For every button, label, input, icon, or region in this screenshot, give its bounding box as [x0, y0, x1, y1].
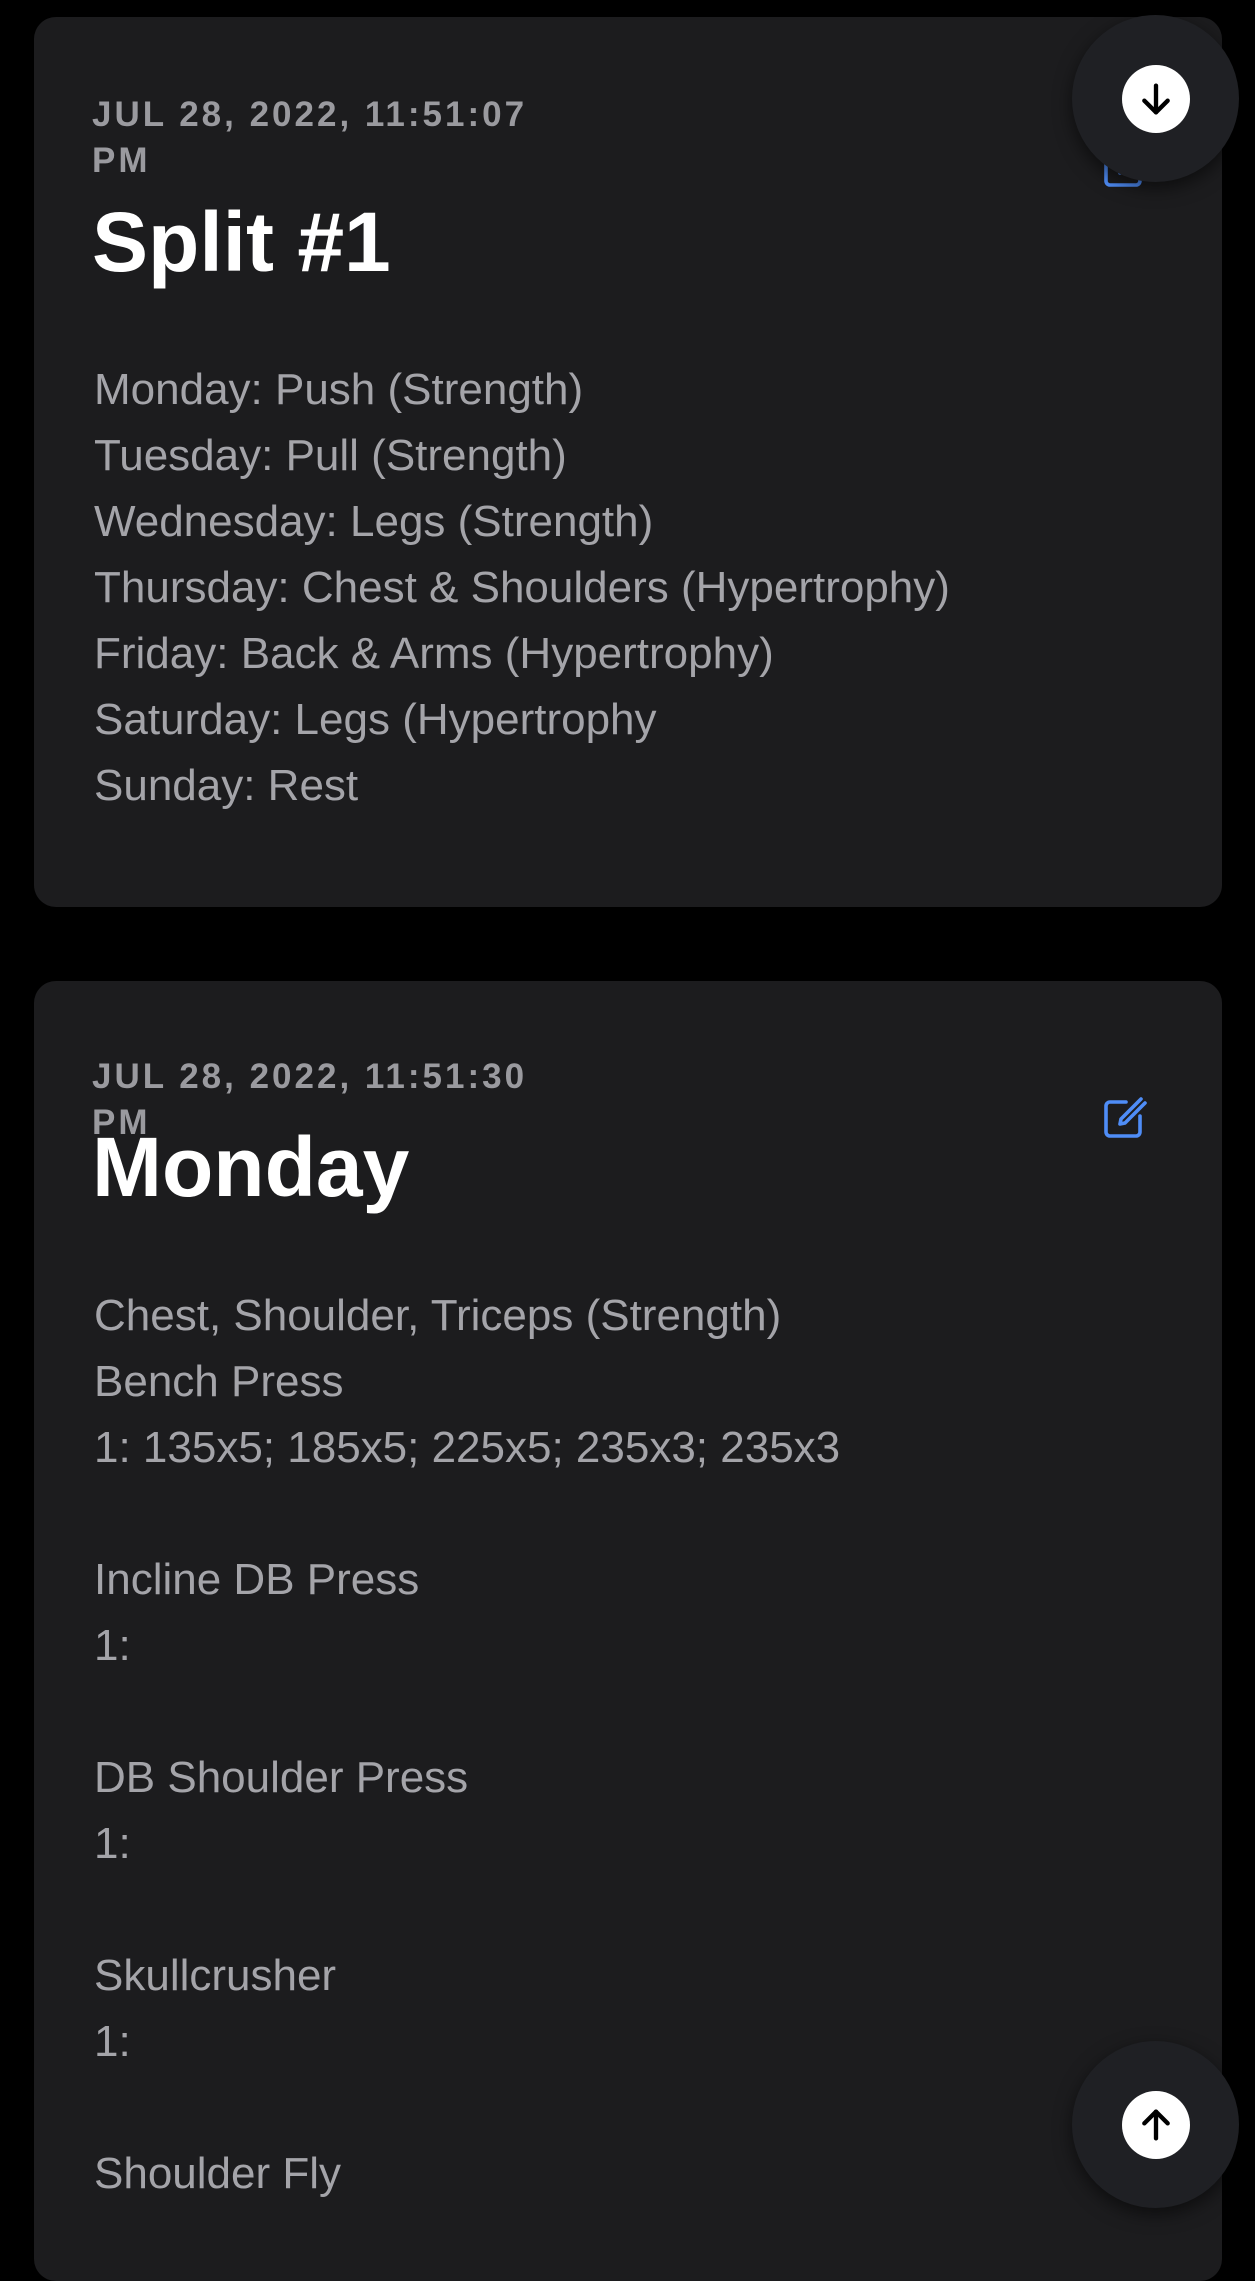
entry-line: 1: — [94, 2017, 131, 2066]
entry-line: 1: — [94, 1621, 131, 1670]
entry-line — [94, 1877, 1182, 1943]
entry-line: 1: 135x5; 185x5; 225x5; 235x3; 235x3 — [94, 1423, 841, 1472]
entry-timestamp: JUL 28, 2022, 11:51:07 PM — [92, 95, 528, 180]
entry-line: Chest, Shoulder, Triceps (Strength) — [94, 1291, 782, 1340]
entry-body: Monday: Push (Strength) Tuesday: Pull (S… — [94, 357, 1182, 819]
entry-line: Wednesday: Legs (Strength) — [94, 497, 654, 546]
entry-body: Chest, Shoulder, Triceps (Strength) Benc… — [94, 1283, 1182, 2207]
entry-line — [94, 1481, 1182, 1547]
entry-line — [94, 1679, 1182, 1745]
entry-line: Bench Press — [94, 1357, 344, 1406]
entry-line: DB Shoulder Press — [94, 1753, 469, 1802]
entry-line: Shoulder Fly — [94, 2149, 342, 2198]
entry-line: Sunday: Rest — [94, 761, 359, 810]
arrow-down-icon — [1141, 83, 1170, 115]
edit-icon — [1104, 1097, 1147, 1138]
entry-card: JUL 28, 2022, 11:51:07 PM Split #1 Monda… — [34, 17, 1222, 907]
entry-line: Incline DB Press — [94, 1555, 420, 1604]
entry-line: Thursday: Chest & Shoulders (Hypertrophy… — [94, 563, 950, 612]
edit-button[interactable] — [1094, 1088, 1154, 1148]
scroll-down-button[interactable] — [1072, 15, 1239, 182]
entry-line — [94, 2075, 1182, 2141]
entry-line: Monday: Push (Strength) — [94, 365, 584, 414]
scroll-up-button[interactable] — [1072, 2041, 1239, 2208]
arrow-up-icon — [1141, 2109, 1170, 2140]
entry-line: Tuesday: Pull (Strength) — [94, 431, 567, 480]
entry-line: Saturday: Legs (Hypertrophy — [94, 695, 657, 744]
entry-title: Monday — [92, 1120, 410, 1214]
entry-line: Skullcrusher — [94, 1951, 337, 2000]
entry-line: Friday: Back & Arms (Hypertrophy) — [94, 629, 774, 678]
entry-card: JUL 28, 2022, 11:51:30 PM Monday Chest, … — [34, 981, 1222, 2281]
entry-title: Split #1 — [92, 195, 391, 289]
entry-line: 1: — [94, 1819, 131, 1868]
